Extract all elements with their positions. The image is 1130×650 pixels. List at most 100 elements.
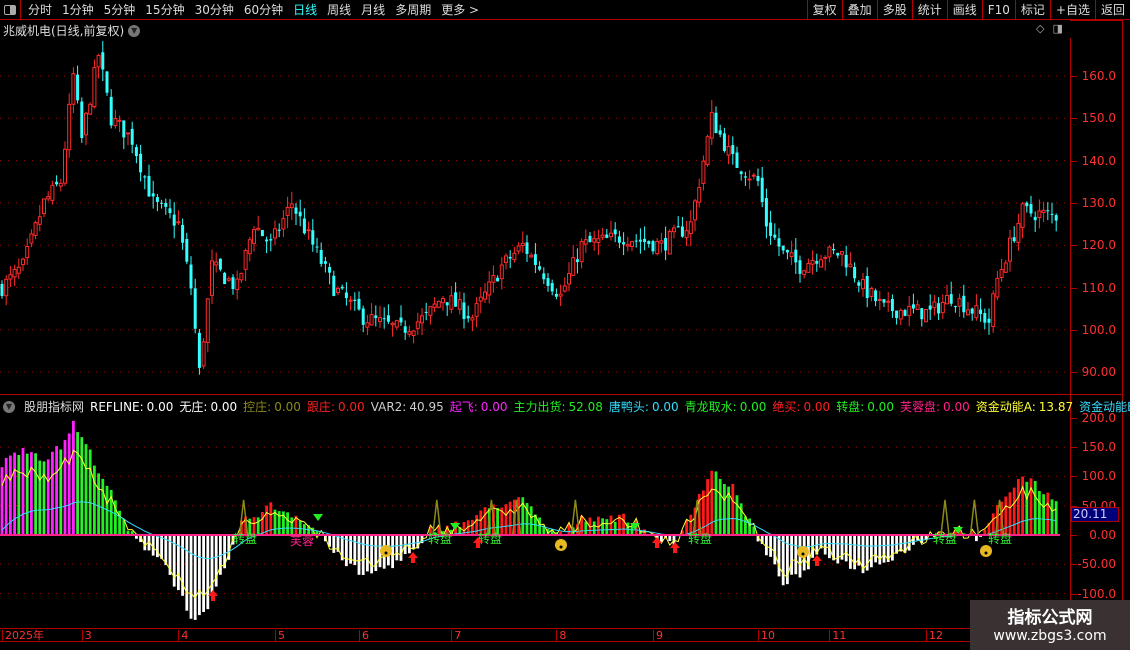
candle-body	[164, 202, 168, 207]
face-icon	[380, 545, 392, 557]
candle-body	[739, 171, 743, 175]
chevron-down-icon[interactable]: ▼	[3, 400, 15, 413]
candle-body	[705, 136, 710, 166]
candle-body	[336, 287, 340, 294]
candle-body	[848, 263, 853, 268]
axis-tick	[1071, 329, 1077, 331]
indicator-field: 无庄: 0.00	[179, 398, 237, 415]
candle-body	[726, 146, 731, 156]
candle-body	[928, 305, 932, 310]
candle-body	[983, 313, 987, 323]
up-arrow-icon	[408, 552, 418, 563]
histogram-bar	[613, 521, 617, 535]
toolbar-button-8[interactable]: 返回	[1094, 0, 1130, 20]
candle-body	[638, 239, 642, 242]
histogram-bar	[1050, 499, 1054, 535]
histogram-bar	[34, 453, 37, 535]
candle-body	[126, 132, 130, 135]
candle-body	[239, 272, 244, 281]
candle-body	[478, 296, 483, 302]
date-label: 5	[275, 630, 285, 642]
field-value: 0.00	[480, 400, 508, 414]
candle-body	[113, 117, 118, 127]
face-mouth	[984, 551, 988, 555]
candle-body	[454, 292, 458, 307]
candle-body	[96, 55, 101, 68]
candle-body	[987, 318, 991, 323]
histogram-bar	[1025, 481, 1029, 535]
field-label: VAR2:	[370, 399, 407, 414]
field-value: 0.00	[867, 400, 894, 414]
candle-body	[756, 175, 760, 181]
histogram-bar	[63, 440, 67, 535]
candle-body	[794, 249, 798, 263]
axis-tick	[1071, 202, 1077, 204]
histogram-bar	[823, 535, 827, 555]
axis-label: 150.0	[1081, 111, 1116, 126]
zhuanpan-marker: 转盘	[428, 531, 452, 546]
candle-body	[999, 269, 1004, 278]
indicator-field: 青龙取水: 0.00	[685, 398, 767, 415]
axis-label: -100.0	[1077, 586, 1116, 601]
histogram-bar	[765, 535, 768, 556]
indicator-field: 唐鸭头: 0.00	[609, 398, 679, 415]
date-label: 7	[451, 630, 461, 642]
histogram-bar	[177, 535, 180, 591]
histogram-bar	[849, 535, 852, 569]
candle-body	[709, 112, 714, 139]
candle-body	[773, 234, 777, 238]
candle-body	[940, 301, 945, 314]
candle-body	[605, 234, 609, 238]
candle-body	[332, 275, 336, 296]
histogram-bar	[67, 433, 71, 535]
chart-canvas[interactable]: 转盘 转盘 转盘 转盘 转盘 转盘 芙蓉	[0, 0, 1070, 650]
histogram-bar	[290, 517, 294, 535]
field-label: 资金动能B:	[1079, 400, 1130, 414]
candle-body	[193, 288, 197, 329]
axis-tick	[1071, 76, 1077, 77]
axis-label: 140.0	[1081, 153, 1116, 168]
axis-tick	[1071, 287, 1077, 289]
indicator-name[interactable]: 股朋指标网	[24, 398, 84, 415]
axis-label: -50.00	[1077, 557, 1116, 572]
field-label: 芙蓉盘:	[899, 400, 940, 414]
histogram-bar	[399, 535, 403, 561]
candle-body	[67, 103, 72, 151]
candle-body	[911, 304, 915, 309]
candle-body	[390, 322, 395, 326]
candle-body	[382, 318, 386, 320]
candle-body	[760, 177, 764, 203]
candle-body	[323, 261, 327, 264]
candle-body	[622, 242, 626, 245]
histogram-bar	[529, 506, 533, 535]
candle-body	[0, 283, 4, 296]
candle-body	[8, 274, 13, 280]
field-value: 0.00	[274, 400, 301, 414]
histogram-bar	[93, 465, 96, 535]
panel-divider[interactable]	[0, 394, 1122, 395]
histogram-bar	[870, 535, 873, 568]
histogram-bar	[731, 483, 735, 535]
histogram-bar	[630, 526, 634, 535]
field-label: 青龙取水:	[684, 400, 737, 414]
histogram-bar	[202, 535, 205, 612]
side-panel[interactable]	[1122, 20, 1130, 650]
candle-body	[378, 317, 382, 322]
candle-body	[16, 266, 21, 274]
field-label: 控庄:	[243, 400, 272, 414]
candle-body	[1012, 237, 1016, 242]
candle-body	[29, 233, 34, 244]
histogram-bar	[25, 453, 29, 535]
candle-body	[722, 133, 726, 152]
histogram-bar	[777, 535, 781, 577]
candle-body	[369, 314, 374, 326]
candle-body	[432, 303, 437, 308]
histogram-bar	[206, 535, 210, 610]
candle-body	[415, 321, 420, 329]
candle-body	[777, 238, 781, 247]
date-label: 11	[829, 630, 846, 642]
histogram-bar	[483, 507, 487, 535]
axis-tick	[1071, 160, 1077, 162]
candle-body	[525, 242, 529, 254]
zhuanpan-marker: 转盘	[988, 531, 1012, 546]
